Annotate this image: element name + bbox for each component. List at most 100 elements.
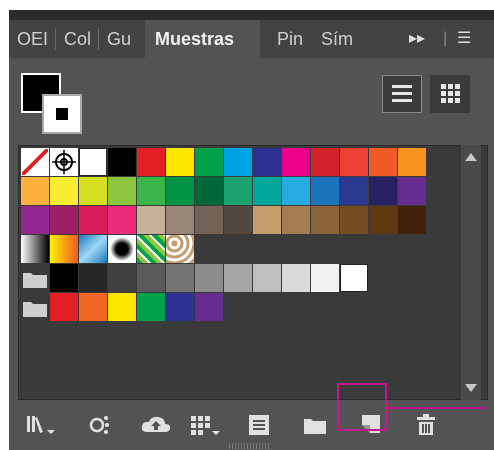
color-swatch[interactable] bbox=[108, 148, 136, 176]
panel-menu-button[interactable]: ☰ bbox=[457, 20, 471, 58]
color-group-folder-icon[interactable] bbox=[21, 264, 49, 292]
panel-menu-icon: ☰ bbox=[457, 30, 472, 47]
tab-oei[interactable]: OEI bbox=[11, 20, 54, 58]
color-swatch[interactable] bbox=[253, 148, 281, 176]
panel-title-bar[interactable] bbox=[9, 10, 494, 20]
gradient-blue-swatch[interactable] bbox=[79, 235, 107, 263]
color-swatch[interactable] bbox=[282, 177, 310, 205]
color-swatch[interactable] bbox=[166, 177, 194, 205]
color-swatch[interactable] bbox=[311, 177, 339, 205]
color-swatch[interactable] bbox=[166, 148, 194, 176]
none-swatch[interactable] bbox=[21, 148, 49, 176]
color-swatch[interactable] bbox=[137, 177, 165, 205]
color-swatch[interactable] bbox=[311, 264, 339, 292]
color-swatch[interactable] bbox=[108, 206, 136, 234]
double-chevron-right-icon: ▸▸ bbox=[409, 30, 426, 47]
color-swatch[interactable] bbox=[195, 264, 223, 292]
color-swatch[interactable] bbox=[253, 177, 281, 205]
tab-guide[interactable]: Gu bbox=[101, 20, 137, 58]
gradient-orange-swatch[interactable] bbox=[50, 235, 78, 263]
delete-swatch-icon bbox=[417, 414, 435, 435]
color-swatch[interactable] bbox=[79, 264, 107, 292]
color-swatch[interactable] bbox=[340, 264, 368, 292]
color-swatch[interactable] bbox=[79, 148, 107, 176]
color-swatch[interactable] bbox=[311, 206, 339, 234]
color-swatch[interactable] bbox=[166, 293, 194, 321]
color-swatch[interactable] bbox=[108, 293, 136, 321]
color-swatch[interactable] bbox=[166, 264, 194, 292]
delete-swatch-button[interactable] bbox=[412, 412, 442, 438]
callout-line bbox=[387, 407, 485, 409]
color-swatch[interactable] bbox=[224, 206, 252, 234]
color-swatch[interactable] bbox=[166, 206, 194, 234]
pattern-leaves-swatch[interactable] bbox=[137, 235, 165, 263]
color-swatch[interactable] bbox=[195, 206, 223, 234]
color-swatch[interactable] bbox=[253, 206, 281, 234]
color-swatch[interactable] bbox=[340, 148, 368, 176]
color-swatch[interactable] bbox=[21, 177, 49, 205]
new-color-group-button[interactable] bbox=[301, 412, 331, 438]
color-group-folder-icon[interactable] bbox=[21, 293, 49, 321]
grid-view-button[interactable] bbox=[430, 75, 470, 113]
registration-swatch[interactable] bbox=[50, 148, 78, 176]
tab-color[interactable]: Col bbox=[58, 20, 97, 58]
tab-muestras[interactable]: Muestras bbox=[145, 20, 260, 58]
color-swatch[interactable] bbox=[253, 264, 281, 292]
menu-divider: | bbox=[443, 30, 448, 47]
color-swatch[interactable] bbox=[21, 206, 49, 234]
color-swatch[interactable] bbox=[137, 293, 165, 321]
color-swatch[interactable] bbox=[50, 293, 78, 321]
color-swatch[interactable] bbox=[50, 206, 78, 234]
color-swatch[interactable] bbox=[50, 264, 78, 292]
cc-libraries-icon bbox=[141, 416, 171, 432]
swatch-options-menu-button[interactable] bbox=[189, 412, 220, 438]
more-tabs-button[interactable]: ▸▸ bbox=[409, 20, 425, 58]
cc-libraries-button[interactable] bbox=[139, 412, 171, 438]
color-swatch[interactable] bbox=[398, 206, 426, 234]
color-swatch[interactable] bbox=[398, 177, 426, 205]
list-view-icon bbox=[392, 85, 412, 102]
color-swatch[interactable] bbox=[224, 177, 252, 205]
color-swatch[interactable] bbox=[369, 177, 397, 205]
color-swatch[interactable] bbox=[224, 148, 252, 176]
swatch-scrollbar[interactable] bbox=[461, 145, 481, 400]
color-swatch[interactable] bbox=[311, 148, 339, 176]
color-swatch[interactable] bbox=[398, 148, 426, 176]
fill-stroke-widget[interactable] bbox=[21, 73, 83, 135]
swatch-libraries-menu-button[interactable] bbox=[25, 412, 55, 438]
color-swatch[interactable] bbox=[340, 206, 368, 234]
tab-pinceles[interactable]: Pin bbox=[271, 20, 309, 58]
color-swatch[interactable] bbox=[282, 148, 310, 176]
tab-divider bbox=[55, 28, 56, 50]
color-swatch[interactable] bbox=[195, 148, 223, 176]
color-swatch[interactable] bbox=[282, 264, 310, 292]
color-swatch[interactable] bbox=[137, 206, 165, 234]
panel-resize-grip[interactable] bbox=[229, 443, 269, 449]
gradient-black-swatch[interactable] bbox=[21, 235, 49, 263]
show-swatch-kinds-button[interactable] bbox=[87, 412, 117, 438]
swatches-panel: OEI Col Gu Muestras Pin Sím ▸▸ | ☰ bbox=[9, 10, 494, 450]
color-swatch[interactable] bbox=[137, 264, 165, 292]
color-swatch[interactable] bbox=[137, 148, 165, 176]
stroke-swatch[interactable] bbox=[42, 94, 82, 134]
color-swatch[interactable] bbox=[369, 148, 397, 176]
color-swatch[interactable] bbox=[79, 293, 107, 321]
color-swatch[interactable] bbox=[369, 206, 397, 234]
scroll-down-arrow-icon[interactable] bbox=[465, 384, 477, 392]
list-view-button[interactable] bbox=[382, 75, 422, 113]
scroll-up-arrow-icon[interactable] bbox=[465, 153, 477, 161]
tab-simbolos[interactable]: Sím bbox=[315, 20, 359, 58]
color-swatch[interactable] bbox=[108, 264, 136, 292]
color-swatch[interactable] bbox=[195, 177, 223, 205]
color-swatch[interactable] bbox=[224, 264, 252, 292]
swatch-options-button[interactable] bbox=[245, 412, 275, 438]
color-swatch[interactable] bbox=[79, 177, 107, 205]
color-swatch[interactable] bbox=[50, 177, 78, 205]
pattern-dots-swatch[interactable] bbox=[108, 235, 136, 263]
color-swatch[interactable] bbox=[195, 293, 223, 321]
color-swatch[interactable] bbox=[340, 177, 368, 205]
color-swatch[interactable] bbox=[79, 206, 107, 234]
pattern-floral-swatch[interactable] bbox=[166, 235, 194, 263]
color-swatch[interactable] bbox=[108, 177, 136, 205]
color-swatch[interactable] bbox=[282, 206, 310, 234]
